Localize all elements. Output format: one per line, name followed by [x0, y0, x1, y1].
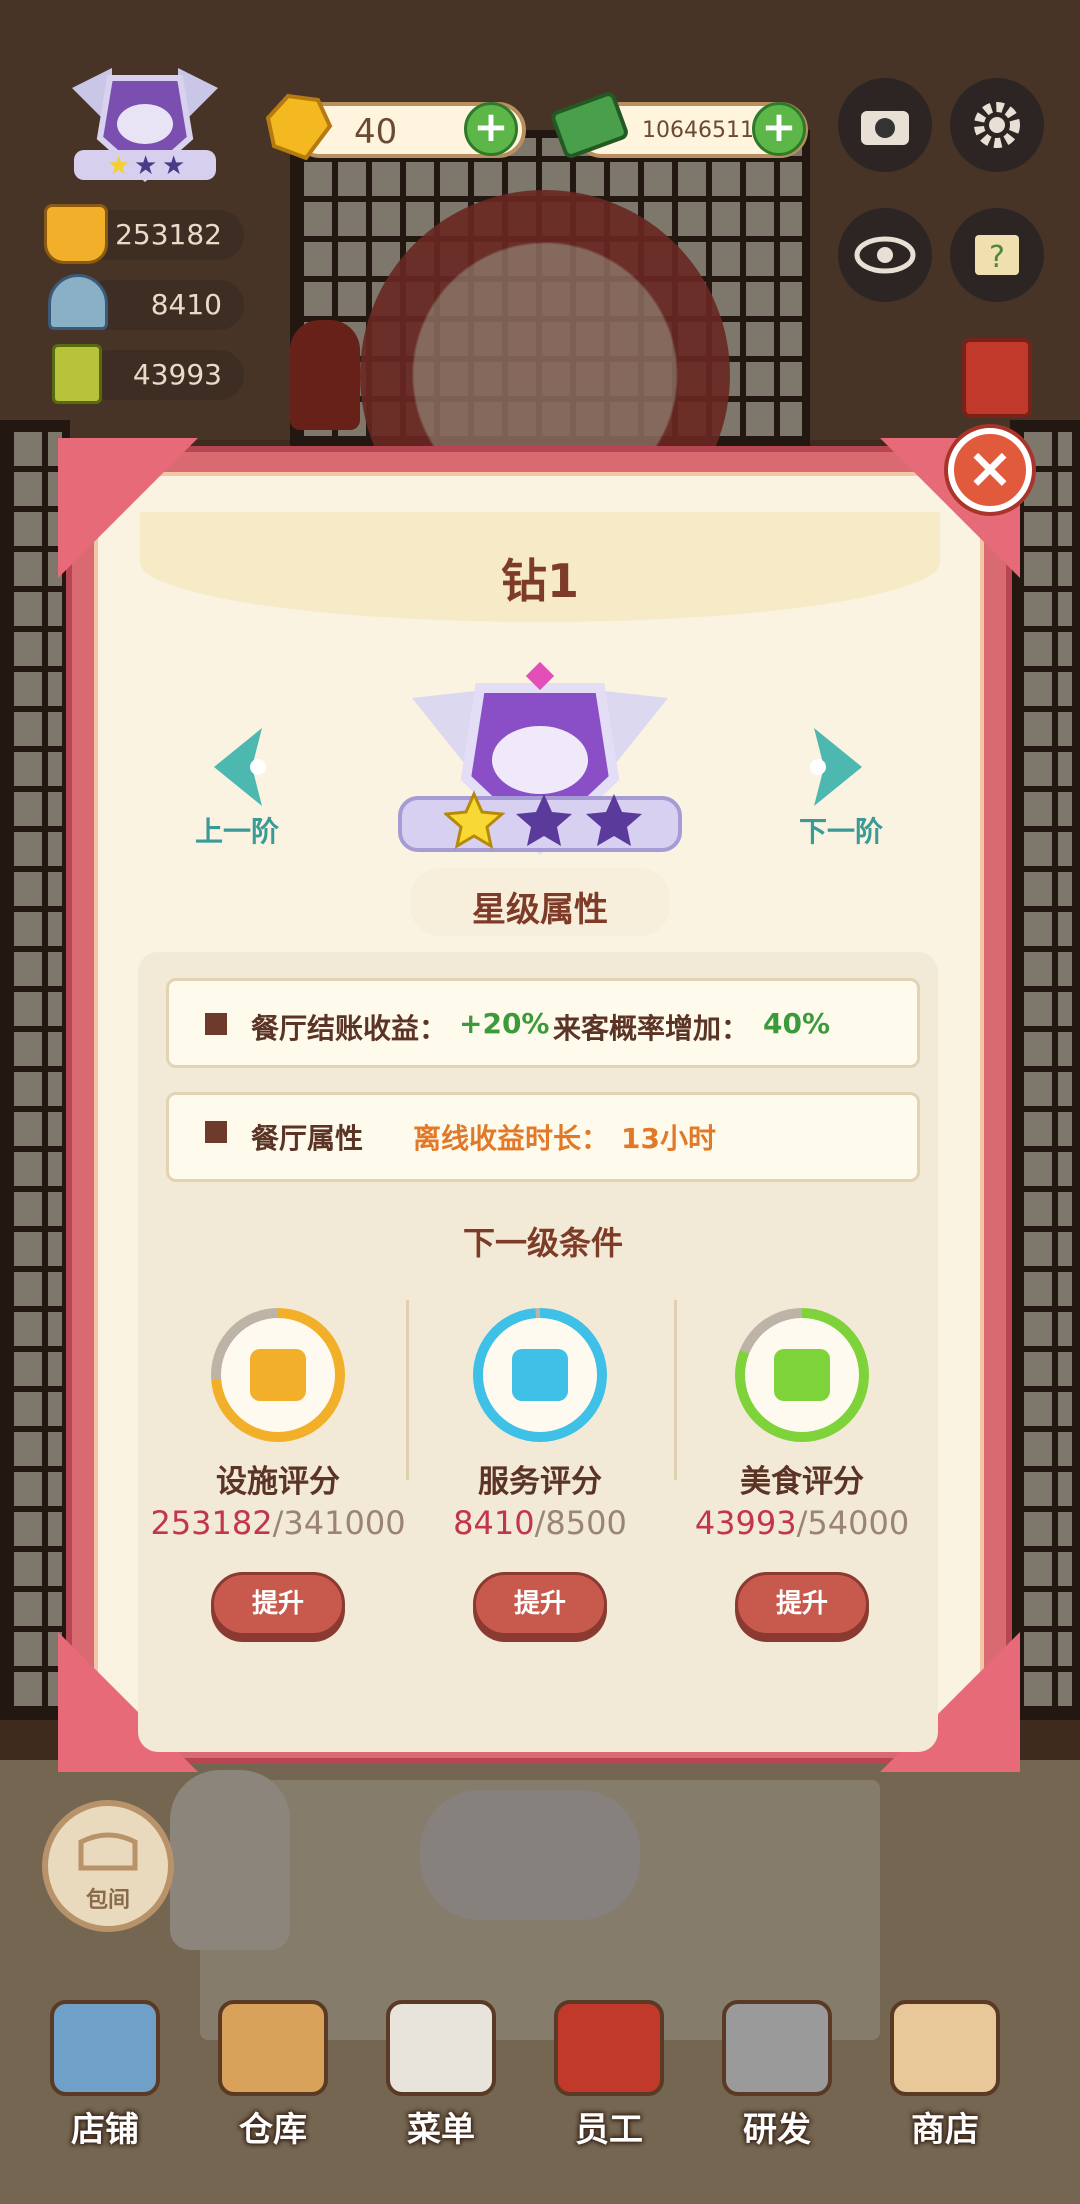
nav-label: 员工 [575, 2110, 643, 2150]
nav-item[interactable]: 店铺 [30, 2000, 180, 2160]
menu-book-icon[interactable] [962, 338, 1032, 418]
attr1-value-2: 40% [763, 1007, 831, 1040]
service-icon [48, 274, 108, 330]
next-tier-label[interactable]: 下一阶 [766, 810, 916, 850]
star-attributes-title: 星级属性 [472, 890, 608, 930]
private-room-label: 包间 [85, 1888, 130, 1913]
condition-label: 美食评分 [740, 1464, 864, 1500]
food-score-box: 43993 [84, 350, 244, 400]
next-level-conditions-title: 下一级条件 [462, 1224, 623, 1262]
rank-badge-icon[interactable]: ★ ★ ★ [52, 58, 238, 198]
nav-item[interactable]: 研发 [702, 2000, 852, 2160]
bottom-nav: 店铺 仓库 菜单 员工 研发 商店 [0, 2000, 1080, 2200]
divider [674, 1300, 677, 1480]
condition-label: 服务评分 [478, 1464, 602, 1500]
nav-label: 仓库 [239, 2110, 307, 2150]
target-score: /341000 [272, 1504, 406, 1542]
svg-text:?: ? [989, 240, 1005, 275]
star-rating [442, 790, 644, 850]
condition-label: 设施评分 [216, 1464, 340, 1500]
bullet-square [205, 1121, 227, 1143]
add-cash-button[interactable]: + [752, 102, 806, 156]
warehouse-icon [218, 2000, 328, 2096]
attr1-label-2: 来客概率增加： [553, 1012, 750, 1045]
facility-icon [44, 204, 108, 264]
nav-label: 店铺 [71, 2110, 139, 2150]
attr2-value: 13小时 [621, 1122, 716, 1155]
attribute-row-2: 餐厅属性 离线收益时长： 13小时 [166, 1092, 920, 1182]
score-progress-ring [735, 1308, 869, 1442]
prev-tier-label[interactable]: 上一阶 [162, 810, 312, 850]
nav-item[interactable]: 仓库 [198, 2000, 348, 2160]
store-icon [50, 2000, 160, 2096]
svg-text:★: ★ [162, 151, 185, 181]
attr1-value: +20% [459, 1007, 550, 1040]
shop-icon [890, 2000, 1000, 2096]
attr2-label-2: 离线收益时长： [413, 1122, 610, 1155]
bullet-square [205, 1013, 227, 1035]
close-button[interactable]: × [948, 428, 1032, 512]
upgrade-button[interactable]: 提升 [211, 1572, 345, 1636]
staff-icon [554, 2000, 664, 2096]
cash-amount: 106465117 [642, 118, 768, 143]
nav-label: 商店 [911, 2110, 979, 2150]
condition-progress: 253182/341000 [148, 1504, 408, 1542]
gear-icon[interactable] [950, 78, 1044, 172]
upgrade-button[interactable]: 提升 [473, 1572, 607, 1636]
sofa-icon [78, 1832, 138, 1871]
attribute-row-1: 餐厅结账收益： +20% 来客概率增加： 40% [166, 978, 920, 1068]
current-score: 43993 [694, 1504, 797, 1542]
gem-icon [258, 88, 338, 168]
target-score: /54000 [796, 1504, 910, 1542]
score-progress-ring [211, 1308, 345, 1442]
condition-progress: 8410/8500 [410, 1504, 670, 1542]
upgrade-button[interactable]: 提升 [735, 1572, 869, 1636]
star-row-icon [442, 790, 642, 850]
nav-item[interactable]: 菜单 [366, 2000, 516, 2160]
current-score: 8410 [453, 1504, 535, 1542]
target-score: /8500 [534, 1504, 627, 1542]
service-score-box: 8410 [84, 280, 244, 330]
prev-arrow-icon[interactable] [202, 722, 282, 812]
svg-text:★: ★ [134, 151, 157, 181]
conditions-grid: 设施评分 253182/341000 提升 服务评分 8410/8500 提升 美食评分 43… [150, 1300, 930, 1660]
food-book-icon [774, 1349, 830, 1401]
condition-progress: 43993/54000 [672, 1504, 932, 1542]
gem-count: 40 [354, 112, 398, 152]
attr2-label: 餐厅属性 [251, 1122, 364, 1155]
private-room-button[interactable]: 包间 [42, 1800, 174, 1932]
nav-item[interactable]: 商店 [870, 2000, 1020, 2160]
cash-icon [548, 84, 632, 168]
menu-clipboard-icon [386, 2000, 496, 2096]
nav-item[interactable]: 员工 [534, 2000, 684, 2160]
eye-icon[interactable] [838, 208, 932, 302]
nav-label: 研发 [743, 2110, 811, 2150]
nav-label: 菜单 [407, 2110, 475, 2150]
svg-text:★: ★ [107, 151, 130, 181]
next-arrow-icon[interactable] [794, 722, 874, 812]
service-icon [512, 1349, 568, 1401]
current-score: 253182 [150, 1504, 273, 1542]
rank-title: 钻1 [500, 554, 579, 608]
facility-score-box: 253182 [84, 210, 244, 260]
score-progress-ring [473, 1308, 607, 1442]
facility-icon [250, 1349, 306, 1401]
guide-book-icon[interactable]: ? [950, 208, 1044, 302]
divider [406, 1300, 409, 1480]
attr1-label: 餐厅结账收益： [251, 1012, 448, 1045]
camera-icon[interactable] [838, 78, 932, 172]
research-pot-icon [722, 2000, 832, 2096]
food-book-icon [52, 344, 102, 404]
add-gems-button[interactable]: + [464, 102, 518, 156]
